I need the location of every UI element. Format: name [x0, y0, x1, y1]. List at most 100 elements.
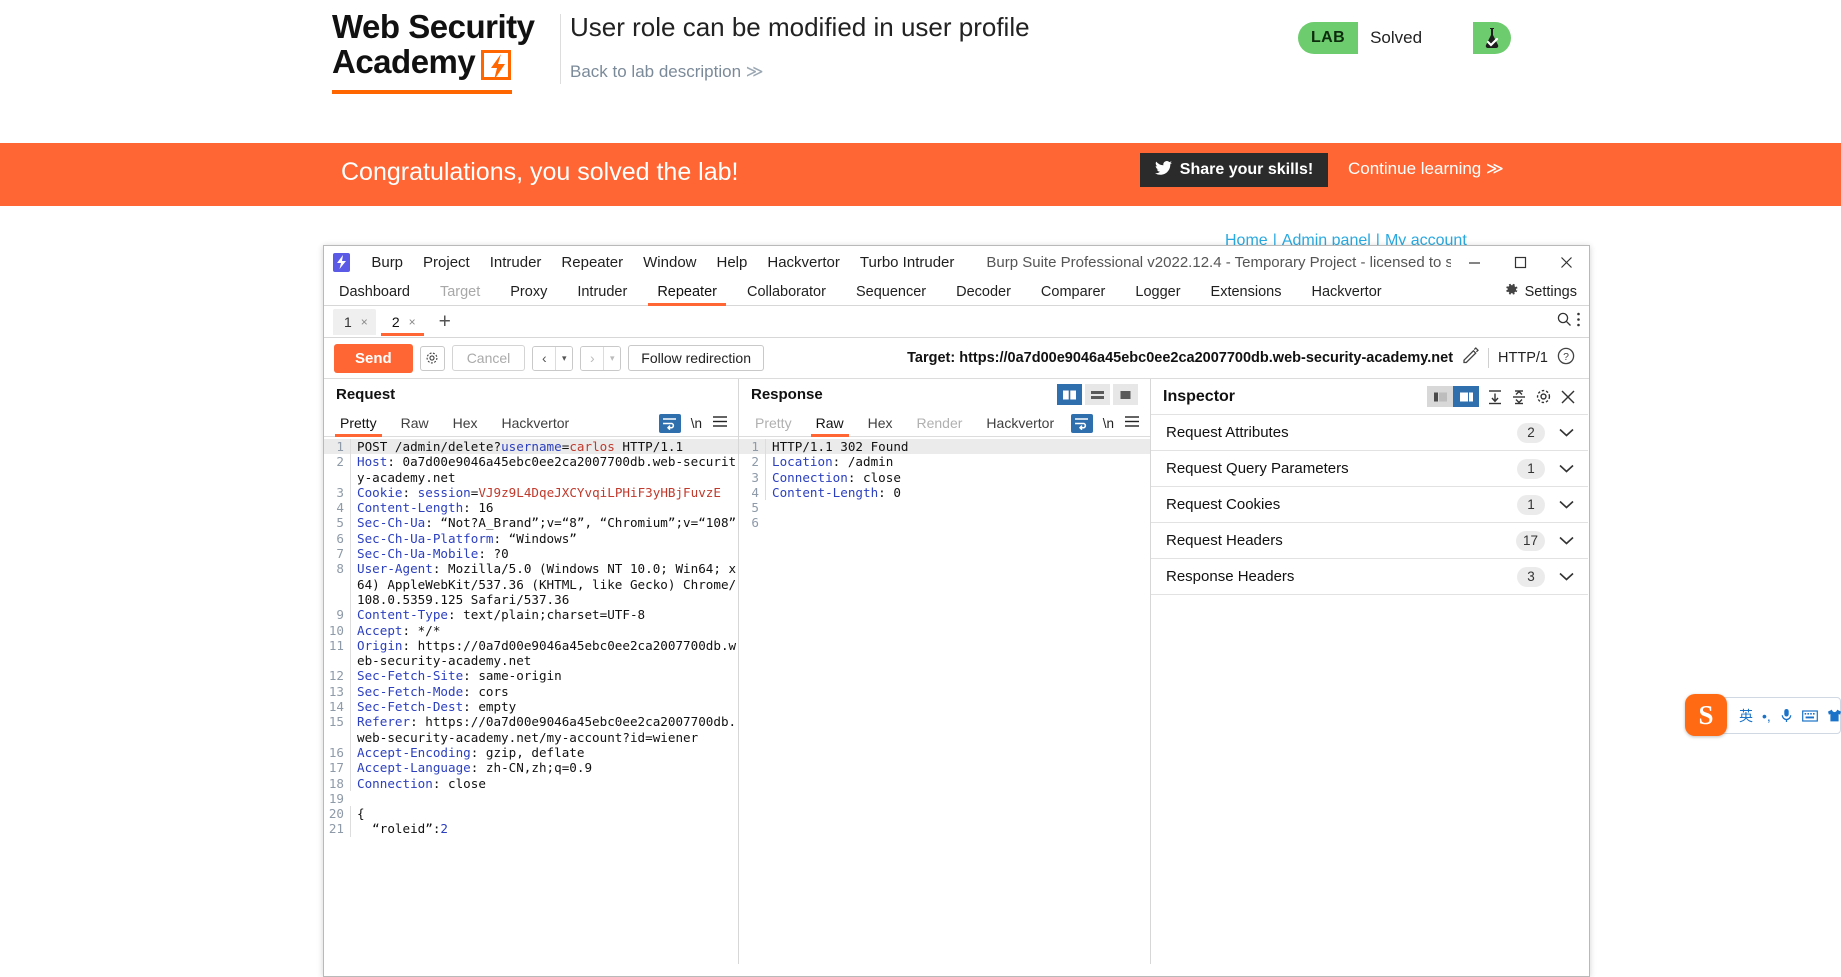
tab-decoder[interactable]: Decoder: [941, 278, 1026, 305]
vertical-dots-icon[interactable]: [1576, 311, 1581, 333]
request-tab-hackvertor[interactable]: Hackvertor: [490, 410, 582, 437]
chevron-down-icon[interactable]: [1559, 500, 1574, 509]
line-number: 1: [336, 439, 344, 454]
close-icon[interactable]: ×: [409, 315, 416, 329]
continue-learning-link[interactable]: Continue learning ≫: [1348, 159, 1504, 179]
split-horizontal-icon[interactable]: [1085, 384, 1110, 405]
response-tab-raw[interactable]: Raw: [804, 410, 856, 437]
tab-collaborator[interactable]: Collaborator: [732, 278, 841, 305]
punctuation-icon[interactable]: •,: [1762, 708, 1771, 724]
pencil-icon[interactable]: [1462, 347, 1479, 369]
request-tab-raw[interactable]: Raw: [389, 410, 441, 437]
history-forward-button[interactable]: ›: [581, 346, 604, 370]
gear-icon[interactable]: [1535, 388, 1552, 405]
menu-item-turbo-intruder[interactable]: Turbo Intruder: [850, 251, 965, 274]
code-line: 1 POST /admin/delete?username=carlos HTTP…: [324, 439, 738, 455]
newline-toggle[interactable]: \n: [1103, 416, 1114, 431]
menu-item-intruder[interactable]: Intruder: [480, 251, 552, 274]
follow-redirection-button[interactable]: Follow redirection: [628, 345, 764, 371]
inspector-row[interactable]: Request Headers 17: [1151, 523, 1588, 559]
split-vertical-icon[interactable]: [1057, 384, 1082, 405]
collapse-all-icon[interactable]: [1511, 389, 1527, 405]
menu-item-burp[interactable]: Burp: [361, 251, 413, 274]
request-tab-pretty[interactable]: Pretty: [328, 410, 389, 437]
chevron-down-icon[interactable]: [1559, 572, 1574, 581]
cancel-button[interactable]: Cancel: [451, 345, 526, 371]
close-icon[interactable]: [1560, 389, 1576, 405]
send-button[interactable]: Send: [334, 343, 413, 373]
expand-all-icon[interactable]: [1487, 389, 1503, 405]
tab-dashboard[interactable]: Dashboard: [324, 278, 425, 305]
layout-right-icon[interactable]: [1453, 386, 1479, 407]
code-line-text: Location: /admin: [765, 454, 1150, 470]
http-version-label[interactable]: HTTP/1: [1498, 350, 1548, 366]
line-number: 20: [328, 806, 344, 822]
repeater-tab-2[interactable]: 2 ×: [380, 308, 424, 336]
window-titlebar: Burp Project Intruder Repeater Window He…: [324, 246, 1589, 278]
hamburger-icon[interactable]: [1124, 415, 1140, 432]
menu-item-help[interactable]: Help: [707, 251, 758, 274]
response-tab-pretty[interactable]: Pretty: [743, 410, 804, 437]
response-tab-render[interactable]: Render: [905, 410, 975, 437]
newline-toggle[interactable]: \n: [691, 416, 702, 431]
menu-item-repeater[interactable]: Repeater: [551, 251, 633, 274]
tab-proxy[interactable]: Proxy: [495, 278, 562, 305]
chevron-down-icon[interactable]: [1559, 536, 1574, 545]
question-circle-icon[interactable]: ?: [1557, 347, 1575, 370]
sogou-logo-icon[interactable]: S: [1685, 694, 1727, 736]
menu-item-window[interactable]: Window: [633, 251, 706, 274]
repeater-tab-1[interactable]: 1 ×: [333, 308, 376, 335]
back-to-lab-description-link[interactable]: Back to lab description ≫: [570, 62, 764, 82]
english-mode-icon[interactable]: 英: [1739, 706, 1753, 726]
chevron-down-icon[interactable]: [1559, 428, 1574, 437]
close-button[interactable]: [1543, 246, 1589, 278]
add-tab-button[interactable]: +: [429, 311, 461, 332]
tab-target[interactable]: Target: [425, 278, 495, 305]
share-your-skills-button[interactable]: Share your skills!: [1140, 153, 1328, 187]
maximize-button[interactable]: [1497, 246, 1543, 278]
request-tab-hex[interactable]: Hex: [441, 410, 490, 437]
inspector-row[interactable]: Request Cookies 1: [1151, 487, 1588, 523]
academy-logo[interactable]: Web Security Academy: [332, 10, 554, 95]
settings-button[interactable]: Settings: [1492, 278, 1589, 305]
code-line-text: Connection: close: [765, 469, 1150, 485]
tab-sequencer[interactable]: Sequencer: [841, 278, 941, 305]
history-back-caret[interactable]: ▾: [555, 346, 573, 370]
burp-bolt-icon: [333, 252, 351, 272]
chevron-down-icon[interactable]: [1559, 464, 1574, 473]
send-settings-button[interactable]: [419, 345, 445, 371]
inspector-row[interactable]: Request Attributes 2: [1151, 415, 1588, 451]
microphone-icon[interactable]: [1780, 708, 1793, 723]
response-tab-hex[interactable]: Hex: [856, 410, 905, 437]
minimize-button[interactable]: [1451, 246, 1497, 278]
word-wrap-icon[interactable]: [1070, 413, 1093, 433]
inspector-row[interactable]: Response Headers 3: [1151, 559, 1588, 595]
request-editor[interactable]: 1 POST /admin/delete?username=carlos HTTP…: [324, 437, 738, 837]
history-forward-caret[interactable]: ▾: [603, 346, 621, 370]
response-tab-hackvertor[interactable]: Hackvertor: [974, 410, 1066, 437]
tab-intruder[interactable]: Intruder: [562, 278, 642, 305]
tab-comparer[interactable]: Comparer: [1026, 278, 1120, 305]
menu-item-project[interactable]: Project: [413, 251, 480, 274]
skin-shirt-icon[interactable]: [1827, 709, 1841, 722]
response-editor[interactable]: 1 HTTP/1.1 302 Found 2 Location: /admin 3 Con…: [739, 437, 1150, 531]
code-line-text: Sec-Ch-Ua-Mobile: ?0: [350, 546, 738, 562]
keyboard-icon[interactable]: [1801, 709, 1818, 722]
history-back-button[interactable]: ‹: [533, 346, 556, 370]
response-pane-header: Response: [739, 379, 1150, 410]
inspector-row[interactable]: Request Query Parameters 1: [1151, 451, 1588, 487]
layout-left-icon[interactable]: [1427, 386, 1453, 407]
close-icon[interactable]: ×: [361, 315, 368, 329]
menu-item-hackvertor[interactable]: Hackvertor: [757, 251, 850, 274]
word-wrap-icon[interactable]: [658, 413, 681, 433]
tab-logger[interactable]: Logger: [1120, 278, 1195, 305]
single-pane-icon[interactable]: [1113, 384, 1138, 405]
tab-hackvertor[interactable]: Hackvertor: [1296, 278, 1396, 305]
line-number: 11: [328, 637, 344, 653]
code-line: 9 Content-Type: text/plain;charset=UTF-8: [324, 607, 738, 623]
search-icon[interactable]: [1556, 311, 1572, 332]
tab-extensions[interactable]: Extensions: [1196, 278, 1297, 305]
hamburger-icon[interactable]: [712, 415, 728, 432]
logo-line-2: Academy: [332, 44, 554, 80]
tab-repeater[interactable]: Repeater: [642, 278, 732, 306]
